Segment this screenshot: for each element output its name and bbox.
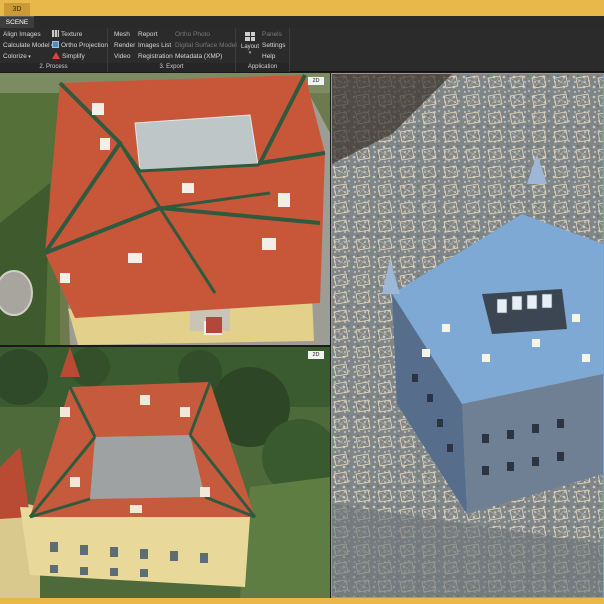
- layout-button[interactable]: Layout ▾: [240, 32, 260, 62]
- export-report-button[interactable]: Report: [138, 30, 158, 40]
- image-viewport-top-left[interactable]: 2D: [0, 73, 330, 345]
- export-video-button[interactable]: Video: [114, 52, 131, 62]
- aerial-photo-top: [0, 73, 330, 345]
- point-cloud-render: [332, 74, 603, 597]
- ortho-projection-label: Ortho Projection: [61, 42, 108, 49]
- export-images-list-button[interactable]: Images List: [138, 41, 171, 51]
- colorize-label: Colorize: [3, 53, 27, 60]
- align-images-button[interactable]: Align Images: [3, 30, 41, 40]
- simplify-icon: [52, 52, 60, 59]
- settings-button[interactable]: Settings: [262, 41, 286, 51]
- export-render-button[interactable]: Render: [114, 41, 135, 51]
- tab-scene[interactable]: SCENE: [0, 16, 34, 28]
- calculate-model-button[interactable]: Calculate Model ▾: [3, 41, 54, 51]
- export-dsm-button[interactable]: Digital Surface Model: [175, 41, 237, 51]
- panels-button[interactable]: Panels: [262, 30, 282, 40]
- image-viewport-bottom-left[interactable]: 2D: [0, 347, 330, 598]
- texture-icon: [52, 30, 59, 37]
- view-tab-3d[interactable]: 3D: [4, 3, 30, 16]
- ortho-projection-icon: [52, 41, 59, 48]
- chevron-down-icon[interactable]: ▾: [27, 54, 31, 60]
- ribbon-tab-strip: SCENE: [0, 16, 604, 28]
- title-bar: 3D: [0, 0, 604, 16]
- export-mesh-button[interactable]: Mesh: [114, 30, 130, 40]
- process-group: Align Images Calculate Model ▾ Colorize …: [0, 28, 108, 72]
- export-registration-button[interactable]: Registration: [138, 52, 173, 62]
- view-mode-tag: 2D: [308, 77, 324, 85]
- scene-3d-viewport[interactable]: [331, 73, 604, 598]
- ribbon-toolbar: Align Images Calculate Model ▾ Colorize …: [0, 28, 604, 72]
- process-group-label: 2. Process: [0, 63, 107, 72]
- export-group-label: 3. Export: [108, 63, 235, 72]
- export-ortho-photo-button[interactable]: Ortho Photo: [175, 30, 210, 40]
- texture-button[interactable]: Texture: [52, 30, 82, 40]
- application-group: Layout ▾ Panels Settings Help Applicatio…: [236, 28, 290, 72]
- texture-label: Texture: [61, 31, 83, 38]
- colorize-button[interactable]: Colorize ▾: [3, 52, 31, 62]
- aerial-photo-bottom: [0, 347, 330, 598]
- ortho-projection-button[interactable]: Ortho Projection: [52, 41, 108, 51]
- layout-icon: [245, 32, 255, 41]
- simplify-label: Simplify: [62, 53, 85, 60]
- export-metadata-button[interactable]: Metadata (XMP): [175, 52, 222, 62]
- export-group: Mesh Render Video Report Images List Reg…: [108, 28, 237, 72]
- simplify-button[interactable]: Simplify: [52, 52, 85, 62]
- chevron-down-icon: ▾: [248, 50, 252, 56]
- status-bar: [0, 598, 604, 604]
- help-button[interactable]: Help: [262, 52, 275, 62]
- application-group-label: Application: [236, 63, 289, 72]
- calculate-model-label: Calculate Model: [3, 42, 50, 49]
- view-mode-tag: 2D: [308, 351, 324, 359]
